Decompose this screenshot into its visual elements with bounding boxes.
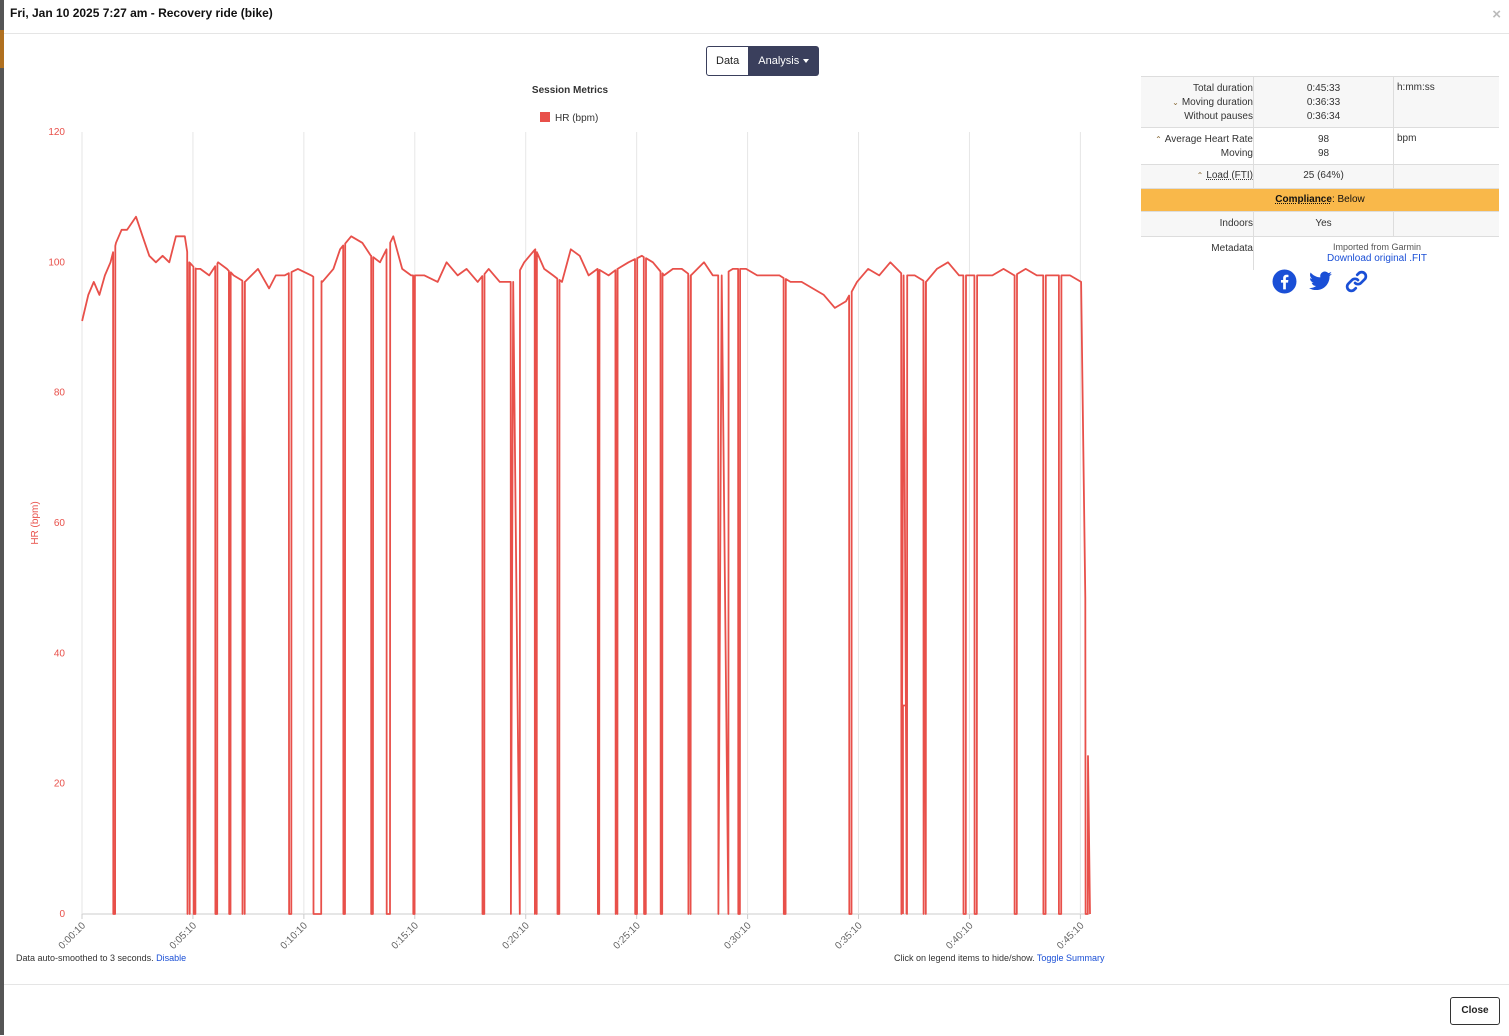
share-icons bbox=[1272, 269, 1369, 294]
disable-link[interactable]: Disable bbox=[156, 953, 186, 963]
smoothing-text: Data auto-smoothed to 3 seconds. bbox=[16, 953, 154, 963]
heart-rate-row: ⌃ Average Heart Rate Moving 98 98 bpm bbox=[1141, 128, 1499, 165]
y-tick-label: 40 bbox=[54, 648, 66, 659]
avg-hr-value: 98 bbox=[1317, 134, 1330, 145]
smoothing-note: Data auto-smoothed to 3 seconds. Disable bbox=[16, 953, 186, 963]
session-metrics-chart: Session Metrics HR (bpm) HR (bpm) 0 20 40 6… bbox=[30, 85, 1091, 952]
background-strip-accent bbox=[0, 30, 4, 68]
link-icon[interactable] bbox=[1344, 269, 1369, 294]
x-tick-label: 0:20:10 bbox=[500, 920, 532, 952]
toggle-summary-link[interactable]: Toggle Summary bbox=[1037, 953, 1105, 963]
close-button[interactable]: Close bbox=[1450, 997, 1500, 1025]
imported-from: Imported from Garmin bbox=[1332, 242, 1422, 252]
chart-series bbox=[81, 215, 1091, 915]
twitter-icon[interactable] bbox=[1308, 269, 1333, 294]
tab-analysis[interactable]: Analysis bbox=[749, 46, 820, 76]
moving-duration-value: 0:36:33 bbox=[1306, 97, 1341, 108]
tab-analysis-label: Analysis bbox=[758, 55, 800, 67]
chart-title: Session Metrics bbox=[532, 85, 609, 96]
legend-hint-text: Click on legend items to hide/show. bbox=[894, 953, 1035, 963]
close-icon[interactable]: × bbox=[1492, 6, 1501, 23]
chart-gridlines bbox=[81, 132, 1090, 919]
moving-duration-label[interactable]: ⌄ Moving duration bbox=[1141, 96, 1253, 110]
legend-swatch bbox=[540, 112, 550, 122]
x-tick-label: 0:15:10 bbox=[390, 920, 422, 952]
modal-title: Fri, Jan 10 2025 7:27 am - Recovery ride… bbox=[10, 6, 273, 20]
x-tick-label: 0:00:10 bbox=[57, 920, 89, 952]
without-pauses-value: 0:36:34 bbox=[1306, 111, 1341, 122]
load-value: 25 (64%) bbox=[1303, 170, 1344, 181]
facebook-icon[interactable] bbox=[1272, 269, 1297, 294]
legend-label: HR (bpm) bbox=[555, 113, 598, 124]
compliance-value: : Below bbox=[1331, 194, 1365, 205]
duration-row: Total duration ⌄ Moving duration Without … bbox=[1141, 76, 1499, 128]
y-tick-label: 20 bbox=[54, 779, 66, 790]
chevron-up-icon: ⌃ bbox=[1155, 135, 1162, 144]
session-summary: Total duration ⌄ Moving duration Without … bbox=[1141, 76, 1499, 270]
modal-footer: Close bbox=[4, 984, 1509, 1036]
chevron-down-icon: ⌄ bbox=[1172, 98, 1179, 107]
x-tick-label: 0:05:10 bbox=[168, 920, 200, 952]
tab-data-label: Data bbox=[716, 55, 740, 67]
load-label[interactable]: ⌃ Load (FTI) bbox=[1141, 170, 1253, 181]
compliance-banner: Compliance: Below bbox=[1141, 189, 1499, 212]
y-axis-ticks: 0 20 40 60 80 100 120 bbox=[48, 127, 65, 920]
y-axis-label: HR (bpm) bbox=[30, 501, 41, 544]
metadata-row: Metadata Imported from Garmin Download o… bbox=[1141, 237, 1499, 270]
x-tick-label: 0:30:10 bbox=[722, 920, 754, 952]
y-tick-label: 0 bbox=[59, 909, 65, 920]
without-pauses-label: Without pauses bbox=[1184, 111, 1253, 122]
moving-hr-label: Moving bbox=[1220, 148, 1253, 159]
x-tick-label: 0:25:10 bbox=[611, 920, 643, 952]
y-tick-label: 120 bbox=[48, 127, 65, 138]
chevron-down-icon bbox=[803, 59, 810, 64]
indoors-value: Yes bbox=[1315, 218, 1332, 229]
modal-header: Fri, Jan 10 2025 7:27 am - Recovery ride… bbox=[4, 0, 1509, 34]
hr-low-segment bbox=[902, 704, 908, 914]
download-fit-link[interactable]: Download original .FIT bbox=[1254, 253, 1500, 264]
hr-unit: bpm bbox=[1397, 133, 1417, 144]
y-tick-label: 60 bbox=[54, 518, 66, 529]
indoors-row: Indoors Yes bbox=[1141, 212, 1499, 237]
legend-note: Click on legend items to hide/show. Togg… bbox=[894, 953, 1104, 963]
compliance-label[interactable]: Compliance bbox=[1275, 194, 1332, 205]
avg-hr-label[interactable]: ⌃ Average Heart Rate bbox=[1141, 133, 1253, 147]
x-axis-ticks: 0:00:10 0:05:10 0:10:10 0:15:10 0:20:10 0:25:… bbox=[57, 920, 1087, 952]
x-tick-label: 0:45:10 bbox=[1055, 920, 1087, 952]
y-tick-label: 100 bbox=[48, 257, 65, 268]
total-duration-label: Total duration bbox=[1192, 83, 1253, 94]
metadata-label: Metadata bbox=[1211, 243, 1253, 254]
hr-series-line bbox=[81, 215, 1091, 915]
chevron-up-icon: ⌃ bbox=[1196, 171, 1204, 180]
tab-data[interactable]: Data bbox=[706, 46, 750, 76]
view-tabs: Data Analysis bbox=[706, 46, 820, 76]
chart-legend[interactable]: HR (bpm) bbox=[540, 112, 598, 124]
x-tick-label: 0:40:10 bbox=[944, 920, 976, 952]
duration-unit: h:mm:ss bbox=[1397, 82, 1435, 93]
y-tick-label: 80 bbox=[54, 388, 66, 399]
moving-hr-value: 98 bbox=[1317, 148, 1330, 159]
total-duration-value: 0:45:33 bbox=[1306, 83, 1341, 94]
indoors-label: Indoors bbox=[1219, 218, 1253, 229]
x-tick-label: 0:35:10 bbox=[833, 920, 865, 952]
x-tick-label: 0:10:10 bbox=[279, 920, 311, 952]
load-row: ⌃ Load (FTI) 25 (64%) bbox=[1141, 165, 1499, 189]
